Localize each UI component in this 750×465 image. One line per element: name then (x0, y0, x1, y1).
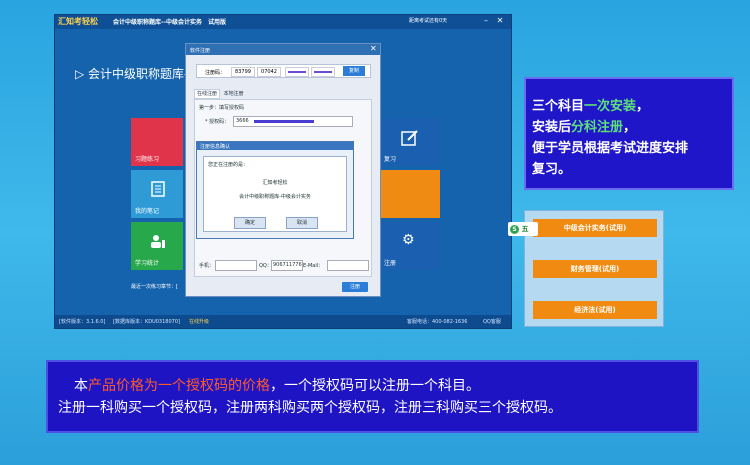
register-code-label: 注册码： (205, 70, 226, 76)
register-code-field-2: 07042 (257, 67, 281, 77)
phone-input[interactable] (215, 260, 257, 271)
close-icon[interactable]: ✕ (495, 16, 505, 26)
confirm-dialog-body: 您正在注册的是： 汇知考轻松 会计中级职称题库-中级会计实务 确定 取消 (203, 156, 347, 232)
page-heading-text: 会计中级职称题库-- (88, 67, 193, 81)
title-bar: 汇知考轻松 会计中级职称题库--中级会计实务 试用版 距离考试还有0天 – ✕ (55, 15, 511, 29)
register-dialog-title: 软件注册 (190, 48, 211, 54)
banner-highlight: 产品价格为一个授权码的价格 (88, 378, 270, 394)
confirm-dialog: 注册信息确认 您正在注册的是： 汇知考轻松 会计中级职称题库-中级会计实务 确定… (196, 141, 354, 239)
callout-punct: ， (636, 99, 650, 114)
last-practice-text: 最近一次练习章节：[ (131, 284, 178, 290)
course-item-law[interactable]: 经济法(试用) (533, 301, 657, 319)
callout-highlight: 一次安装 (584, 99, 637, 114)
trial-label: 试用版 (207, 19, 226, 26)
copy-button[interactable]: 复制 (343, 66, 365, 76)
confirm-dialog-titlebar: 注册信息确认 (197, 142, 353, 150)
s-logo-icon: S (510, 224, 519, 234)
tile-notes-label: 我的笔记 (135, 208, 160, 215)
user-stats-icon (151, 235, 165, 248)
callout-punct: ， (623, 120, 637, 135)
page-heading: ▷ 会计中级职称题库-- (75, 67, 193, 81)
tile-practice[interactable]: 习题练习 (131, 118, 183, 166)
tile-register[interactable]: ⚙ 注册 (380, 222, 440, 270)
register-code-field-1: 83799 (231, 67, 255, 77)
banner-line-2: 注册一科购买一个授权码，注册两科购买两个授权码，注册三科购买三个授权码。 (58, 400, 562, 416)
confirm-product-brand: 汇知考轻松 (262, 180, 288, 186)
register-dialog-titlebar: 软件注册 (186, 44, 380, 55)
software-version: [软件版本：3.1.6.0] (59, 319, 106, 325)
gear-icon: ⚙ (402, 232, 415, 248)
tab-online-register[interactable]: 在线注册 (194, 89, 221, 99)
qq-support-link[interactable]: QQ客服 (483, 318, 501, 325)
tab-manual-register[interactable]: 本地注册 (222, 90, 246, 98)
callout-line-4: 复习。 (532, 162, 572, 177)
callout-line-3: 便于学员根据考试进度安排 (532, 141, 689, 156)
confirm-cancel-button[interactable]: 取消 (286, 217, 318, 229)
course-list-panel: 中级会计实务(试用) 财务管理(试用) 经济法(试用) (524, 210, 664, 327)
callout-highlight: 分科注册 (571, 120, 624, 135)
register-code-bar: 注册码： 83799 07042 复制 (196, 64, 371, 78)
course-item-finance[interactable]: 财务管理(试用) (533, 260, 657, 278)
tile-review-label: 复习 (384, 156, 397, 163)
callout-text: 三个科目 (532, 99, 585, 114)
email-input[interactable] (327, 260, 369, 271)
register-submit-button[interactable]: 注册 (342, 282, 368, 292)
tile-practice-label: 习题练习 (135, 156, 160, 163)
tile-notes[interactable]: 我的笔记 (131, 170, 183, 218)
callout-text: 安装后 (532, 120, 572, 135)
badge-text: 五 (521, 225, 529, 233)
close-icon[interactable]: ✕ (370, 44, 380, 54)
app-title: 会计中级职称题库--中级会计实务 试用版 (113, 17, 226, 26)
tile-stats[interactable]: 学习统计 (131, 222, 183, 270)
tile-stats-label: 学习统计 (135, 260, 160, 267)
confirm-question: 您正在注册的是： (208, 162, 249, 168)
email-label: E-Mail： (303, 263, 324, 269)
qq-input[interactable]: 906711776 (271, 260, 303, 271)
confirm-ok-button[interactable]: 确定 (234, 217, 266, 229)
step1-label: 第一步：填写授权码 (199, 105, 245, 111)
edit-icon (401, 130, 418, 146)
register-code-field-4 (311, 67, 335, 77)
five-badge: S 五 (508, 222, 538, 236)
auth-code-label: * 授权码： (205, 119, 230, 125)
pricing-banner: 本产品价格为一个授权码的价格，一个授权码可以注册一个科目。 注册一科购买一个授权… (46, 360, 699, 433)
register-code-field-3 (285, 67, 309, 77)
qq-value: 906711776 (273, 262, 302, 268)
banner-text: ，一个授权码可以注册一个科目。 (270, 378, 480, 394)
banner-text: 本 (74, 378, 88, 394)
phone-label: 手机： (199, 263, 215, 269)
notes-icon (151, 181, 165, 197)
hotline: 客服电话：400-082-1636 (407, 319, 468, 325)
banner-line-1: 本产品价格为一个授权码的价格，一个授权码可以注册一个科目。 (74, 375, 480, 395)
feature-callout: 三个科目一次安装， 安装后分科注册， 便于学员根据考试进度安排 复习。 (524, 77, 734, 190)
confirm-product-name: 会计中级职称题库-中级会计实务 (239, 194, 311, 200)
register-tabs: 在线注册 本地注册 (194, 89, 246, 99)
app-title-text: 会计中级职称题库--中级会计实务 (113, 19, 202, 26)
exam-countdown: 距离考试还有0天 (409, 18, 448, 24)
tile-orange[interactable] (380, 170, 440, 218)
app-window: 汇知考轻松 会计中级职称题库--中级会计实务 试用版 距离考试还有0天 – ✕ ▷… (54, 14, 512, 329)
db-version: [数据库版本：KDU0318070] (113, 319, 180, 325)
status-bar: [软件版本：3.1.6.0] [数据库版本：KDU0318070] 在线升级 客… (55, 315, 511, 328)
auth-code-input[interactable]: 3666 (233, 116, 353, 127)
tile-review[interactable]: 复习 (380, 118, 440, 166)
confirm-dialog-title: 注册信息确认 (200, 144, 231, 150)
course-item-accounting[interactable]: 中级会计实务(试用) (533, 219, 657, 237)
minimize-icon[interactable]: – (481, 16, 491, 26)
callout-line-2: 安装后分科注册， (532, 116, 636, 135)
qq-label: QQ： (259, 263, 272, 269)
online-upgrade-link[interactable]: 在线升级 (189, 318, 209, 325)
callout-line-1: 三个科目一次安装， (532, 95, 649, 114)
app-logo: 汇知考轻松 (58, 17, 98, 26)
tile-register-label: 注册 (384, 260, 397, 267)
auth-code-value: 3666 (236, 118, 249, 124)
